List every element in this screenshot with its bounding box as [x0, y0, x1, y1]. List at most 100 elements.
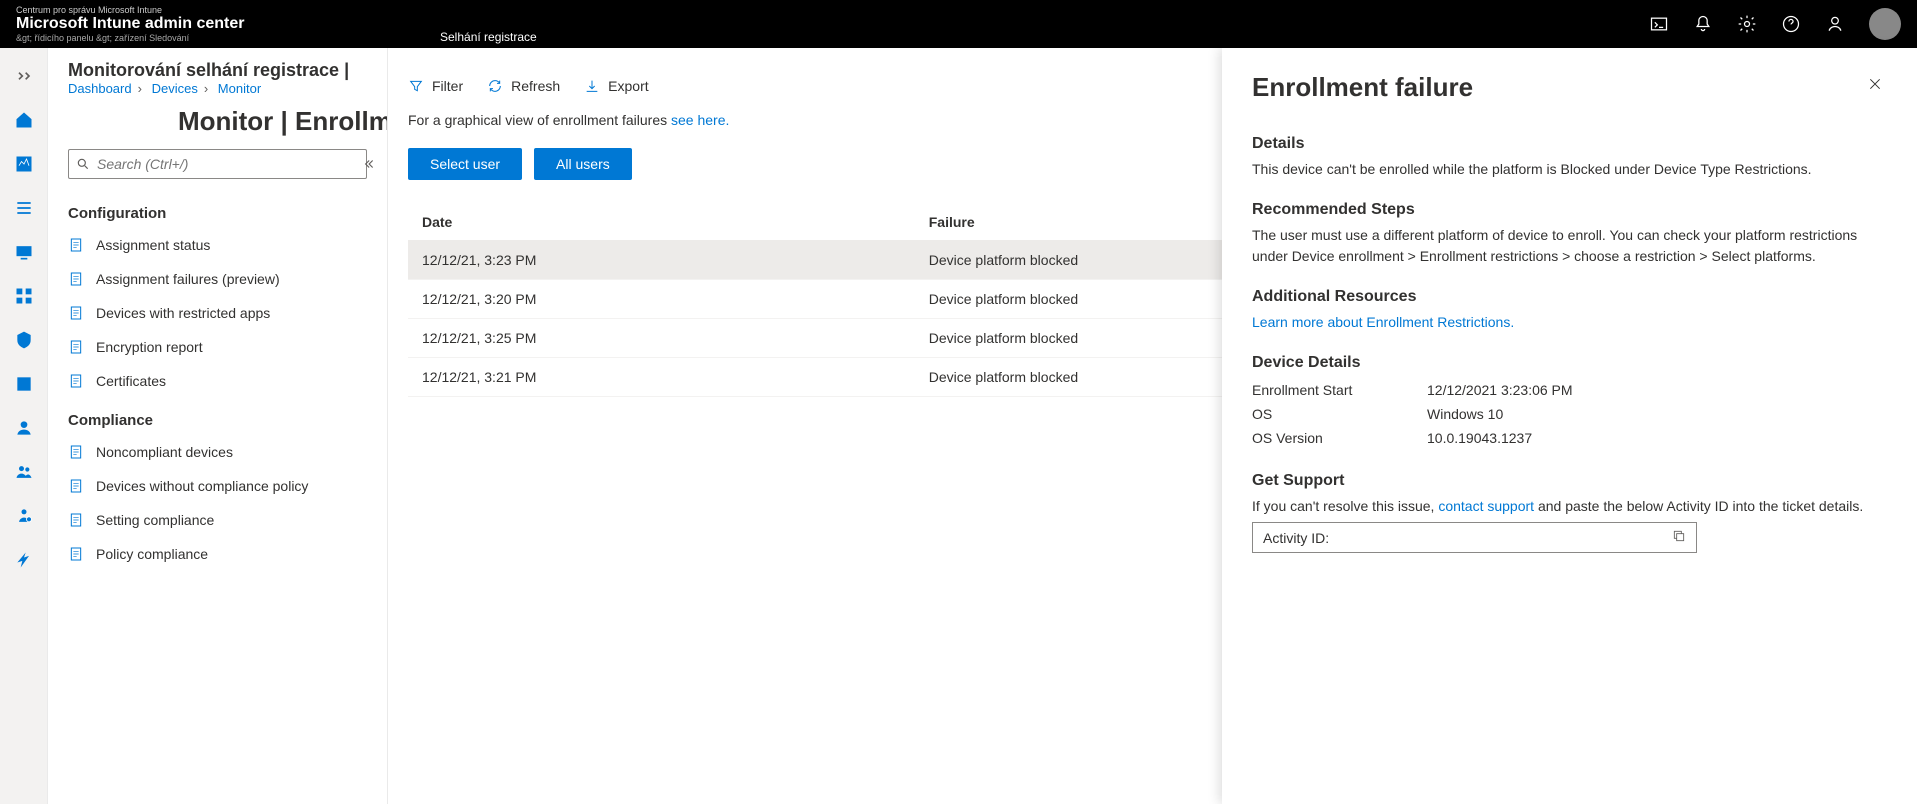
- doc-icon: [68, 271, 84, 287]
- nav-label: Assignment status: [96, 237, 210, 253]
- topbar-actions: [1649, 8, 1901, 40]
- rail-troubleshoot[interactable]: [4, 540, 44, 580]
- breadcrumb-devices[interactable]: Devices: [152, 81, 198, 96]
- steps-heading: Recommended Steps: [1252, 201, 1887, 219]
- search-wrap: [48, 149, 387, 191]
- nav-label: Noncompliant devices: [96, 444, 233, 460]
- breadcrumb-monitor[interactable]: Monitor: [218, 81, 261, 96]
- export-button[interactable]: Export: [584, 78, 648, 94]
- help-icon[interactable]: [1781, 14, 1801, 34]
- rail-dashboard[interactable]: [4, 144, 44, 184]
- rail-devices[interactable]: [4, 232, 44, 272]
- steps-text: The user must use a different platform o…: [1252, 225, 1887, 266]
- nav-assignment-status[interactable]: Assignment status: [48, 228, 387, 262]
- support-heading: Get Support: [1252, 472, 1887, 490]
- rail-groups[interactable]: [4, 452, 44, 492]
- doc-icon: [68, 546, 84, 562]
- detail-label: Enrollment Start: [1252, 382, 1427, 398]
- doc-icon: [68, 237, 84, 253]
- device-detail-row: Enrollment Start12/12/2021 3:23:06 PM: [1252, 378, 1887, 402]
- nav-label: Certificates: [96, 373, 166, 389]
- doc-icon: [68, 478, 84, 494]
- search-icon: [76, 157, 90, 171]
- device-detail-row: OS Version10.0.19043.1237: [1252, 426, 1887, 450]
- details-flyout: Enrollment failure Details This device c…: [1222, 48, 1917, 804]
- breadcrumb-dashboard[interactable]: Dashboard: [68, 81, 132, 96]
- see-here-link[interactable]: see here.: [671, 112, 729, 128]
- nav-rail: [0, 48, 48, 804]
- flyout-title: Enrollment failure: [1252, 72, 1473, 103]
- doc-icon: [68, 373, 84, 389]
- nav-label: Policy compliance: [96, 546, 208, 562]
- col-date[interactable]: Date: [408, 204, 915, 241]
- portal-subcrumb: &gt; řídicího panelu &gt; zařízení Sledo…: [16, 33, 244, 43]
- doc-icon: [68, 512, 84, 528]
- nav-encryption-report[interactable]: Encryption report: [48, 330, 387, 364]
- cell-date: 12/12/21, 3:20 PM: [408, 280, 915, 319]
- cell-date: 12/12/21, 3:21 PM: [408, 358, 915, 397]
- section-configuration: Configuration: [48, 191, 387, 228]
- nav-label: Setting compliance: [96, 512, 214, 528]
- detail-value: Windows 10: [1427, 406, 1503, 422]
- rail-all-services[interactable]: [4, 188, 44, 228]
- resources-link[interactable]: Learn more about Enrollment Restrictions…: [1252, 314, 1514, 330]
- cloud-shell-icon[interactable]: [1649, 14, 1669, 34]
- breadcrumb-context: Monitorování selhání registrace |: [68, 60, 367, 81]
- all-users-button[interactable]: All users: [534, 148, 632, 180]
- nav-certificates[interactable]: Certificates: [48, 364, 387, 398]
- resources-heading: Additional Resources: [1252, 288, 1887, 306]
- notifications-icon[interactable]: [1693, 14, 1713, 34]
- feedback-icon[interactable]: [1825, 14, 1845, 34]
- rail-reports[interactable]: [4, 364, 44, 404]
- rail-users[interactable]: [4, 408, 44, 448]
- details-heading: Details: [1252, 135, 1887, 153]
- rail-toggle[interactable]: [4, 56, 44, 96]
- doc-icon: [68, 339, 84, 355]
- rail-apps[interactable]: [4, 276, 44, 316]
- nav-policy-compliance[interactable]: Policy compliance: [48, 537, 387, 571]
- nav-setting-compliance[interactable]: Setting compliance: [48, 503, 387, 537]
- details-text: This device can't be enrolled while the …: [1252, 159, 1887, 179]
- detail-label: OS: [1252, 406, 1427, 422]
- select-user-button[interactable]: Select user: [408, 148, 522, 180]
- detail-value: 12/12/2021 3:23:06 PM: [1427, 382, 1573, 398]
- nav-label: Encryption report: [96, 339, 203, 355]
- portal-hint: Centrum pro správu Microsoft Intune: [16, 5, 244, 15]
- close-flyout-button[interactable]: [1863, 72, 1887, 101]
- user-avatar[interactable]: [1869, 8, 1901, 40]
- cell-date: 12/12/21, 3:23 PM: [408, 241, 915, 280]
- detail-label: OS Version: [1252, 430, 1427, 446]
- nav-assignment-failures[interactable]: Assignment failures (preview): [48, 262, 387, 296]
- subnav-pane: Monitorování selhání registrace | Dashbo…: [48, 48, 388, 804]
- contact-support-link[interactable]: contact support: [1438, 498, 1534, 514]
- rail-home[interactable]: [4, 100, 44, 140]
- nav-noncompliant-devices[interactable]: Noncompliant devices: [48, 435, 387, 469]
- breadcrumb: Monitorování selhání registrace | Dashbo…: [48, 58, 387, 100]
- search-input[interactable]: [68, 149, 367, 179]
- support-text: If you can't resolve this issue, contact…: [1252, 496, 1887, 516]
- nav-restricted-apps[interactable]: Devices with restricted apps: [48, 296, 387, 330]
- page-title: Monitor | Enrollment failures: [48, 100, 387, 149]
- detail-value: 10.0.19043.1237: [1427, 430, 1532, 446]
- portal-title[interactable]: Microsoft Intune admin center: [16, 15, 244, 33]
- filter-button[interactable]: Filter: [408, 78, 463, 94]
- cell-date: 12/12/21, 3:25 PM: [408, 319, 915, 358]
- nav-label: Devices without compliance policy: [96, 478, 308, 494]
- settings-gear-icon[interactable]: [1737, 14, 1757, 34]
- section-compliance: Compliance: [48, 398, 387, 435]
- rail-endpoint-security[interactable]: [4, 320, 44, 360]
- device-details-heading: Device Details: [1252, 354, 1887, 372]
- doc-icon: [68, 444, 84, 460]
- activity-id-label: Activity ID:: [1263, 530, 1329, 546]
- rail-tenant-admin[interactable]: [4, 496, 44, 536]
- device-detail-row: OSWindows 10: [1252, 402, 1887, 426]
- open-tab-label[interactable]: Selhání registrace: [440, 30, 537, 44]
- doc-icon: [68, 305, 84, 321]
- nav-devices-without-policy[interactable]: Devices without compliance policy: [48, 469, 387, 503]
- copy-icon[interactable]: [1672, 529, 1686, 546]
- activity-id-box: Activity ID:: [1252, 522, 1697, 553]
- refresh-button[interactable]: Refresh: [487, 78, 560, 94]
- collapse-pane-icon[interactable]: [353, 149, 383, 182]
- topbar-title-block: Centrum pro správu Microsoft Intune Micr…: [16, 5, 244, 43]
- nav-label: Assignment failures (preview): [96, 271, 280, 287]
